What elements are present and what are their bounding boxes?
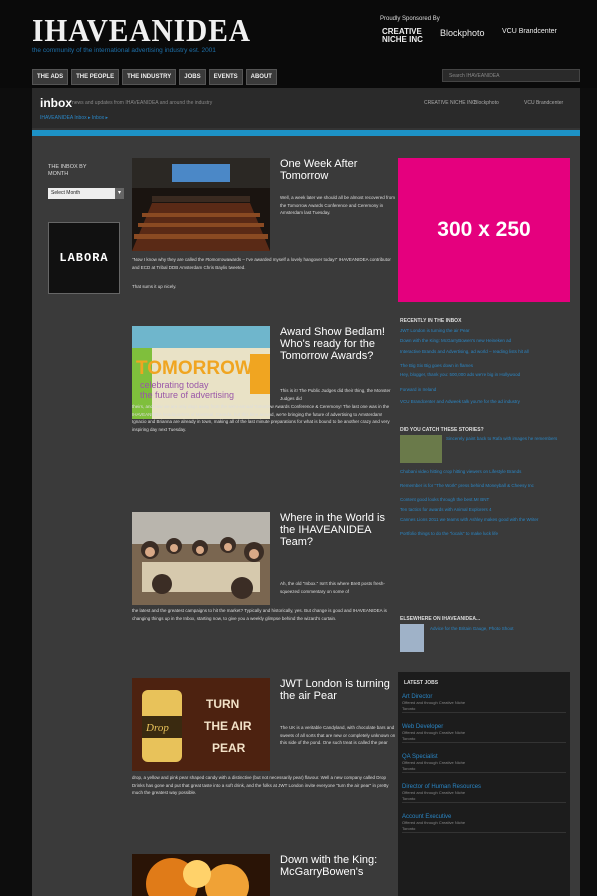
chevron-down-icon: ▾ [115,188,124,199]
story-link[interactable]: Ten tactics for awards with Animal Explo… [400,507,568,513]
post-text: theirs, and now we are only days away fr… [132,404,390,432]
image-text-line: celebrating today [140,380,209,390]
nav-events[interactable]: EVENTS [208,69,243,85]
main-nav: THE ADS THE PEOPLE THE INDUSTRY JOBS EVE… [32,69,277,85]
nav-about[interactable]: ABOUT [245,69,277,85]
post-thumbnail[interactable] [132,512,270,605]
image-text-main: TOMORROW [136,358,253,379]
sponsor-heading: Proudly Sponsored By [380,16,440,22]
story-link[interactable]: Portfolio things to do the "locals" to m… [400,531,568,537]
job-location: Toronto [402,766,416,771]
svg-text:PEAR: PEAR [212,741,246,755]
nav-the-industry[interactable]: THE INDUSTRY [122,69,177,85]
elsewhere-thumbnail[interactable] [400,624,424,652]
story-link[interactable]: Chobani video hitting crop hitting viewe… [400,469,568,475]
archive-heading: THE INBOX BY MONTH [48,164,87,177]
elsewhere-heading: ELSEWHERE ON IHAVEANIDEA... [400,616,481,622]
page-subtitle: news and updates from IHAVEANIDEA and ar… [72,100,213,106]
labora-ad[interactable]: LABORA [48,222,120,294]
job-item[interactable]: QA Specialist Offered and through Creati… [402,754,566,773]
story-link[interactable]: Content good looks through the best.Mr B… [400,497,568,503]
post-excerpt: The UK is a veritable Candyland, with ch… [280,725,396,745]
svg-text:TURN: TURN [206,697,239,711]
story-link[interactable]: Sincerely paint back to Rafa with images… [446,436,568,442]
job-location: Toronto [402,826,416,831]
nav-the-people[interactable]: THE PEOPLE [71,69,120,85]
post-title[interactable]: One Week After Tomorrow [280,158,400,182]
post-text: That sums it up nicely. [132,284,177,289]
jobs-heading: LATEST JOBS [404,680,439,686]
post-title[interactable]: Award Show Bedlam! Who's ready for the T… [280,326,400,362]
catch-heading: DID YOU CATCH THESE STORIES? [400,427,484,433]
post-title[interactable]: Down with the King: McGarryBowen's [280,854,400,878]
job-location: Toronto [402,796,416,801]
post-text: "Now I know why they are called the #tom… [132,257,391,270]
sponsor-creative-niche[interactable]: CREATIVE NICHE INC [382,28,432,44]
inbox-header-bar: inbox news and updates from IHAVEANIDEA … [32,88,580,128]
job-item[interactable]: Director of Human Resources Offered and … [402,784,566,803]
sponsor-blockphoto[interactable]: Blockphoto [440,28,485,38]
recent-link[interactable]: JWT London is turning the air Pear [400,328,568,334]
post-excerpt: Ah, the old "Inbox." Isn't this where Br… [280,581,385,594]
bar-sponsor-3[interactable]: VCU Brandcenter [524,100,563,106]
job-item[interactable]: Web Developer Offered and through Creati… [402,724,566,743]
post-title[interactable]: JWT London is turning the air Pear [280,678,400,702]
ad-banner[interactable]: 300 x 250 [398,158,570,302]
recent-link[interactable]: The Big Six Big goes down in flames [400,363,568,369]
content-area: inbox news and updates from IHAVEANIDEA … [32,88,580,896]
nav-the-ads[interactable]: THE ADS [32,69,69,85]
post-thumbnail[interactable] [132,158,270,251]
job-location: Toronto [402,736,416,741]
page-title: inbox [40,96,72,110]
recent-heading: RECENTLY IN THE INBOX [400,318,462,324]
breadcrumb[interactable]: IHAVEANIDEA Inbox ▸ Inbox ▸ [40,115,108,121]
month-select[interactable]: Select Month ▾ [48,188,124,199]
post-thumbnail[interactable]: Drop TURN THE AIR PEAR [132,678,270,771]
post-title[interactable]: Where in the World is the IHAVEANIDEA Te… [280,512,400,548]
post-excerpt: This is it! The Public Judges did their … [280,388,391,401]
search-input[interactable]: Search IHAVEANIDEA [442,69,580,82]
bar-sponsor-2[interactable]: Blockphoto [474,100,499,106]
site-logo[interactable]: IHAVEANIDEA [32,12,251,49]
post-text: drop, a yellow and pink pear shaped cand… [132,775,389,795]
job-location: Toronto [402,706,416,711]
post-excerpt: Well, a week later we should all be almo… [280,195,395,215]
recent-link[interactable]: Hey, blogger, thank you: 500,000 ads we'… [400,372,568,378]
site-header: IHAVEANIDEA the community of the interna… [0,0,597,88]
recent-link[interactable]: Down with the King: McGarryBowen's new H… [400,338,568,344]
jobs-panel: LATEST JOBS Art Director Offered and thr… [398,672,570,896]
image-text-line: the future of advertising [140,390,234,400]
job-item[interactable]: Art Director Offered and through Creativ… [402,694,566,713]
svg-text:THE AIR: THE AIR [204,719,252,733]
recent-link[interactable]: VCU Brandcenter and Adweek talk you're f… [400,399,568,405]
story-link[interactable]: Remember is for "The Work" press behind … [400,483,568,489]
sponsor-vcu[interactable]: VCU Brandcenter [502,28,557,35]
post-text: the latest and the greatest campaigns to… [132,608,387,621]
story-thumbnail[interactable] [400,435,442,463]
site-tagline: the community of the international adver… [32,47,216,54]
recent-link[interactable]: Interactive Brands and Advertising, ad w… [400,349,568,355]
nav-jobs[interactable]: JOBS [179,69,206,85]
story-link[interactable]: Cannes Lions 2011 we teams with Ashley m… [400,517,568,523]
recent-link[interactable]: Forward in Ireland [400,387,568,393]
elsewhere-link[interactable]: Advice for the Britain Gauge, Photo Shoo… [430,626,568,632]
month-select-value: Select Month [51,190,81,196]
bar-sponsor-1[interactable]: CREATIVE NICHE INC [424,100,476,106]
job-item[interactable]: Account Executive Offered and through Cr… [402,814,566,833]
svg-text:Drop: Drop [145,722,169,734]
post-thumbnail[interactable] [132,854,270,896]
main-panel: THE INBOX BY MONTH Select Month ▾ LABORA… [32,136,580,896]
